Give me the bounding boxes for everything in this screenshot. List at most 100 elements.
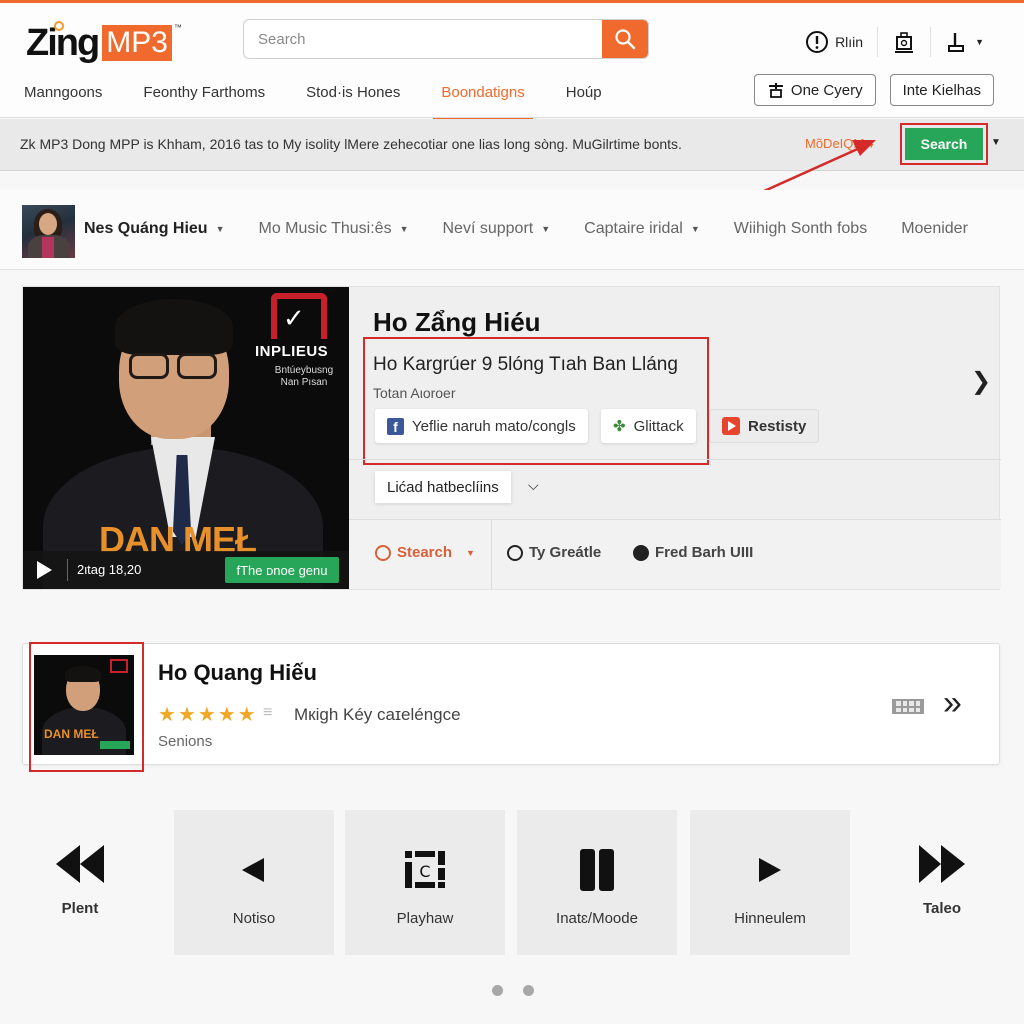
chevron-right-icon[interactable]: ❯ bbox=[971, 367, 991, 396]
thumb-title: DAN MEŁ bbox=[44, 727, 99, 741]
result-subtitle: Senions bbox=[158, 733, 213, 750]
previous-button[interactable]: Notiso bbox=[174, 810, 334, 955]
logo-dot-icon bbox=[54, 21, 64, 31]
thumb-genre bbox=[100, 741, 130, 749]
player-controls: Plent Notiso C Playhaw Inatɛ/Moode Hinne… bbox=[0, 810, 1024, 955]
highlighted-search-frame: Search bbox=[900, 123, 988, 165]
nav-item-houp[interactable]: Hoúp bbox=[566, 73, 602, 119]
bulb-icon bbox=[375, 544, 391, 561]
glittack-button[interactable]: ✤ Glittack bbox=[601, 409, 696, 443]
load-button[interactable]: Lićad hatbeclíins bbox=[375, 471, 511, 503]
thumb-logo-icon bbox=[110, 659, 128, 673]
album-cover[interactable]: ✓ INPLIEUS Bntúeybusng Nan Pısan DAN MEŁ … bbox=[23, 287, 349, 589]
result-card[interactable]: DAN MEŁ Ho Quang Hiếu ★ ★ ★ ★ ★ ≡ Mкigh Kéy … bbox=[22, 642, 1000, 772]
mode-dropdown[interactable]: MõDeIQM ▼ bbox=[805, 136, 875, 151]
cover-subtitle-line: Bntúeybusng bbox=[274, 365, 334, 376]
nav-item-boondatigns[interactable]: Boondatigns bbox=[433, 73, 534, 121]
inte-kielhas-button[interactable]: Inte Kielhas bbox=[889, 74, 994, 106]
rating-stars: ★ ★ ★ ★ ★ bbox=[158, 702, 256, 727]
filter-icon bbox=[768, 83, 783, 98]
alert-action[interactable]: Rlıin bbox=[791, 30, 877, 54]
pagination-dot[interactable] bbox=[492, 985, 503, 996]
pagination-dot[interactable] bbox=[523, 985, 534, 996]
fred-barh-button[interactable]: Fred Barh UIII bbox=[633, 544, 753, 561]
rewind-button[interactable]: Plent bbox=[0, 810, 160, 955]
fast-forward-label: Taleo bbox=[922, 900, 962, 917]
caret-down-icon: ▼ bbox=[541, 224, 551, 234]
header: Zing MP3 ™ Rlıin ▼ Manngoons Feonthy Far… bbox=[0, 3, 1024, 121]
artist-strip: Nes Quáng Hieu ▼ Mo Music Thusi:ês ▼ Neví … bbox=[0, 190, 1024, 270]
one-cyery-button[interactable]: One Cyery bbox=[753, 74, 876, 106]
menu-lines-icon: ≡ bbox=[263, 704, 273, 721]
search-button[interactable] bbox=[602, 20, 648, 58]
play-label: Hinneulem bbox=[734, 910, 806, 927]
play-icon[interactable] bbox=[37, 561, 52, 579]
cover-player-bar: 2ιtag 18,20 fThe ᴅnoe genu bbox=[23, 551, 349, 589]
restisty-label: Restisty bbox=[748, 417, 807, 435]
result-title[interactable]: Ho Quang Hiếu bbox=[158, 660, 317, 686]
avatar-shirt bbox=[42, 237, 54, 258]
strip-item-moenider[interactable]: Moenider bbox=[901, 220, 968, 238]
fred-barh-label: Fred Barh UIII bbox=[655, 544, 754, 561]
result-thumbnail[interactable]: DAN MEŁ bbox=[34, 655, 134, 755]
clover-icon: ✤ bbox=[613, 418, 626, 435]
search-button-green[interactable]: Search bbox=[905, 128, 983, 160]
thumb-hair bbox=[65, 666, 101, 682]
pause-button[interactable]: Inatɛ/Moode bbox=[517, 810, 677, 955]
alert-action-label: Rlıin bbox=[835, 34, 864, 50]
strip-item-label: Nes Quáng Hieu bbox=[84, 220, 208, 237]
caret-down-icon: ▼ bbox=[215, 224, 225, 234]
svg-text:C: C bbox=[419, 862, 430, 881]
mode-label: MõDeIQM bbox=[805, 136, 865, 151]
ty-greatle-button[interactable]: Ty Greátle bbox=[507, 544, 601, 561]
facebook-share-button[interactable]: f Yeflie naruh mato/congls bbox=[375, 409, 588, 443]
play-icon bbox=[757, 840, 783, 900]
cover-hair bbox=[115, 299, 233, 355]
strip-item-search-fobs[interactable]: Wiihigh Sonth fobs bbox=[734, 220, 867, 238]
nav-item-feonthy-farthoms[interactable]: Feonthy Farthoms bbox=[143, 73, 265, 119]
chevron-down-icon[interactable]: ⌵ bbox=[528, 477, 539, 494]
strip-item-captaire[interactable]: Captaire iridal ▼ bbox=[584, 220, 700, 238]
cover-glasses bbox=[129, 353, 169, 379]
stearch-dropdown[interactable]: Stearch ▼ bbox=[375, 544, 475, 561]
info-bar: Zk MP3 Dong MPP is Khham, 2016 tas to My… bbox=[0, 119, 1024, 171]
divider bbox=[349, 459, 1001, 460]
pause-icon bbox=[579, 840, 615, 900]
stearch-label: Stearch bbox=[397, 544, 453, 561]
bag-icon bbox=[895, 32, 914, 53]
main-nav: Manngoons Feonthy Farthoms Stod·is Hones… bbox=[24, 73, 643, 121]
play-button[interactable]: Hinneulem bbox=[690, 810, 850, 955]
keyboard-icon[interactable] bbox=[892, 699, 924, 714]
zing-mp3-logo[interactable]: Zing MP3 ™ bbox=[26, 21, 182, 63]
double-chevron-right-icon[interactable]: » bbox=[943, 684, 962, 723]
playlist-button[interactable]: C Playhaw bbox=[345, 810, 505, 955]
logo-trademark: ™ bbox=[173, 23, 182, 32]
strip-item-support[interactable]: Neví support ▼ bbox=[443, 220, 551, 238]
rewind-icon bbox=[54, 834, 106, 894]
search-input[interactable] bbox=[244, 20, 602, 58]
caret-down-icon: ▼ bbox=[399, 224, 409, 234]
strip-item-music[interactable]: Mo Music Thusi:ês ▼ bbox=[259, 220, 409, 238]
cover-glasses bbox=[177, 353, 217, 379]
strip-item-label: Wiihigh Sonth fobs bbox=[733, 220, 868, 237]
star-icon: ★ bbox=[237, 704, 256, 726]
artist-avatar[interactable] bbox=[22, 205, 75, 258]
divider bbox=[67, 559, 68, 581]
genre-button[interactable]: fThe ᴅnoe genu bbox=[225, 557, 339, 583]
restisty-button[interactable]: Restisty bbox=[709, 409, 820, 443]
strip-item-label: Mo Music Thusi:ês bbox=[258, 220, 392, 237]
result-description: Mкigh Kéy caɪeléngce bbox=[294, 705, 461, 724]
strip-item-artist[interactable]: Nes Quáng Hieu ▼ bbox=[84, 220, 225, 238]
nav-item-stodis-hones[interactable]: Stod·is Hones bbox=[306, 73, 400, 119]
nav-item-manngoons[interactable]: Manngoons bbox=[24, 73, 102, 119]
logo-word: Zing bbox=[26, 21, 100, 63]
chevron-down-icon: ▼ bbox=[867, 143, 875, 150]
strip-menu: Nes Quáng Hieu ▼ Mo Music Thusi:ês ▼ Neví … bbox=[84, 220, 968, 238]
strip-item-label: Moenider bbox=[901, 220, 968, 237]
fast-forward-button[interactable]: Taleo bbox=[862, 810, 1022, 955]
bag-action[interactable] bbox=[878, 30, 930, 54]
song-title[interactable]: Ho Kargrúer 9 5lóng Tıah Ban Lláng bbox=[373, 354, 678, 376]
pause-label: Inatɛ/Moode bbox=[556, 910, 638, 927]
upload-action[interactable]: ▼ bbox=[931, 30, 998, 54]
chevron-down-icon[interactable]: ▼ bbox=[991, 137, 1001, 148]
